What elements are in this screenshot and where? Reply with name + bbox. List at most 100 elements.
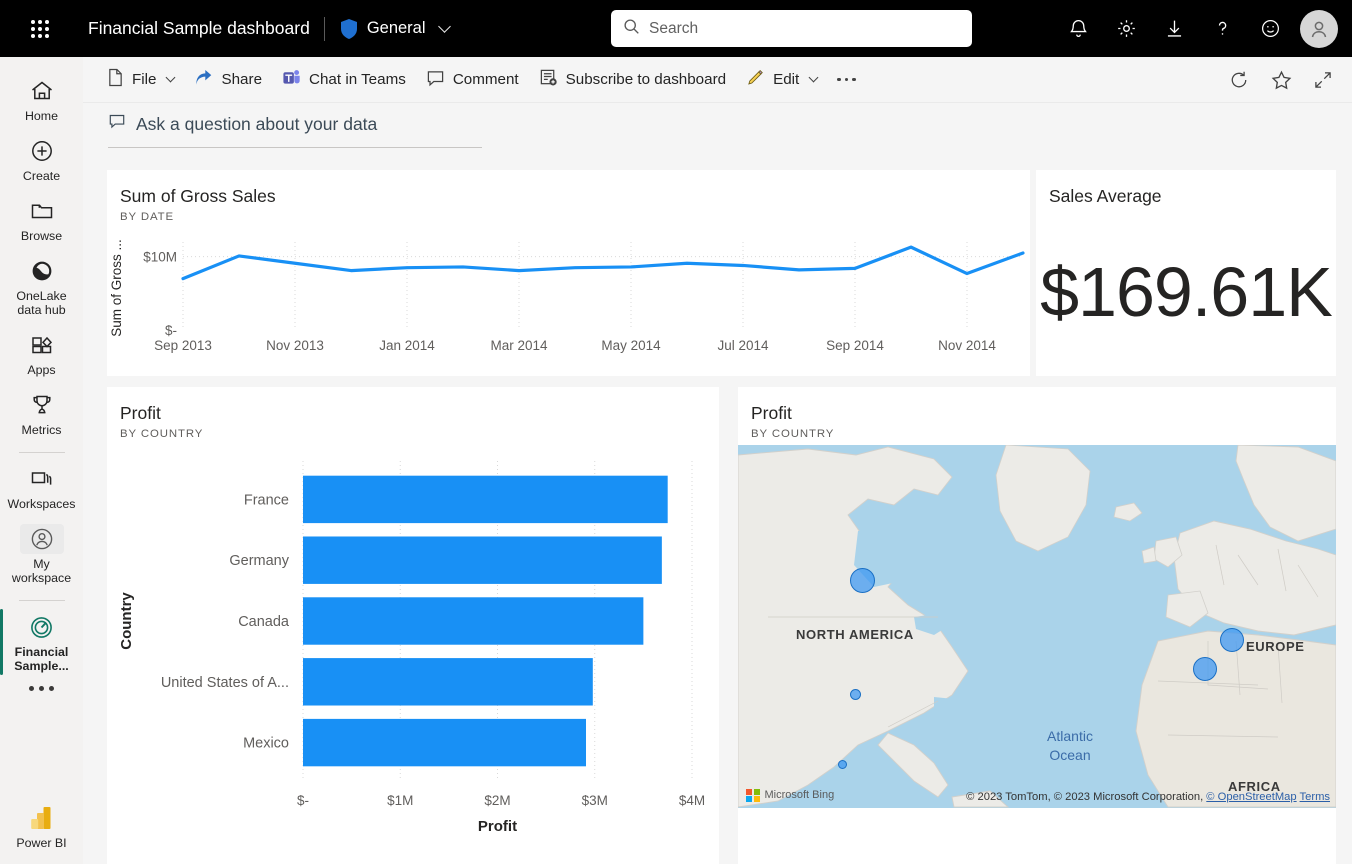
map-canvas[interactable]: NORTH AMERICA EUROPE AFRICA Atlantic Oce… [738, 445, 1336, 808]
line-x-tick-label: Jan 2014 [379, 338, 435, 353]
sidebar-item-label-2: Sample... [14, 659, 68, 673]
sidebar-item-metrics[interactable]: Metrics [0, 383, 83, 443]
bar-x-tick-label: $3M [582, 793, 608, 808]
sidebar-item-create[interactable]: Create [0, 129, 83, 189]
onelake-icon [29, 256, 55, 286]
bar-rect[interactable] [303, 597, 643, 644]
line-x-tick-label: Nov 2014 [938, 338, 996, 353]
tile-title: Sales Average [1049, 186, 1336, 207]
tile-title: Sum of Gross Sales [120, 186, 1030, 207]
bing-label: Microsoft Bing [765, 789, 835, 801]
divider [19, 600, 65, 601]
notifications-icon[interactable] [1054, 5, 1102, 53]
feedback-smiley-icon[interactable] [1246, 5, 1294, 53]
bar-rect[interactable] [303, 476, 668, 523]
subscribe-to-dashboard-button[interactable]: Subscribe to dashboard [529, 62, 736, 97]
tile-title: Profit [751, 403, 1336, 424]
map-attribution: © 2023 TomTom, © 2023 Microsoft Corporat… [966, 791, 1330, 803]
line-y-tick-label: $10M [143, 250, 177, 265]
qna-input[interactable]: Ask a question about your data [108, 113, 482, 148]
search-input[interactable]: Search [611, 10, 972, 47]
chat-in-teams-button[interactable]: Chat in Teams [272, 62, 416, 97]
bar-rect[interactable] [303, 658, 593, 705]
map-bubble-united-states[interactable] [850, 689, 861, 700]
line-x-tick-label: Nov 2013 [266, 338, 324, 353]
sidebar-item-label: Workspaces [8, 497, 76, 511]
avatar[interactable] [1300, 10, 1338, 48]
chevron-down-icon[interactable] [438, 20, 451, 33]
line-series-sum-of-gross-sales[interactable] [183, 247, 1023, 279]
left-navigation: Home Create Browse OneLake data hub Apps… [0, 57, 83, 864]
sidebar-item-browse[interactable]: Browse [0, 189, 83, 249]
tile-sales-average[interactable]: Sales Average $169.61K [1036, 170, 1336, 376]
line-y-tick-label: $- [165, 323, 177, 338]
apps-icon [29, 330, 55, 360]
sidebar-more-options-dots[interactable] [29, 679, 54, 695]
header-icon-group [1054, 0, 1338, 57]
sidebar-item-my-workspace[interactable]: My workspace [0, 517, 83, 591]
my-workspace-icon [20, 524, 64, 554]
trophy-icon [29, 390, 55, 420]
bar-chart-canvas: CountryFranceGermanyCanadaUnited States … [107, 447, 719, 864]
map-bubble-canada[interactable] [850, 568, 875, 593]
fullscreen-icon[interactable] [1310, 67, 1336, 93]
subscribe-label: Subscribe to dashboard [566, 71, 726, 88]
tile-profit-by-country-map[interactable]: Profit BY COUNTRY [738, 387, 1336, 864]
workspace-selector[interactable]: General [339, 18, 449, 40]
qna-bubble-icon [108, 113, 126, 135]
chat-in-teams-label: Chat in Teams [309, 71, 406, 88]
bar-x-axis-title: Profit [478, 818, 517, 835]
openstreetmap-link[interactable]: © OpenStreetMap [1206, 791, 1296, 803]
chevron-down-icon[interactable] [809, 73, 819, 83]
bing-attribution: Microsoft Bing [746, 789, 834, 803]
tile-subtitle: BY DATE [120, 211, 1030, 223]
tile-sum-of-gross-sales[interactable]: Sum of Gross Sales BY DATE Sum of Gross … [107, 170, 1030, 376]
tile-profit-by-country-bar[interactable]: Profit BY COUNTRY CountryFranceGermanyCa… [107, 387, 719, 864]
chevron-down-icon[interactable] [166, 73, 176, 83]
more-commands-dots[interactable] [827, 78, 866, 82]
settings-gear-icon[interactable] [1102, 5, 1150, 53]
file-menu-button[interactable]: File [97, 62, 184, 97]
bar-category-label: Germany [229, 553, 289, 569]
sidebar-item-label-2: data hub [17, 303, 65, 317]
line-y-axis-title: Sum of Gross ... [109, 239, 124, 337]
edit-button[interactable]: Edit [736, 62, 827, 97]
share-button[interactable]: Share [184, 63, 272, 97]
sidebar-item-home[interactable]: Home [0, 69, 83, 129]
help-icon[interactable] [1198, 5, 1246, 53]
map-bubble-germany[interactable] [1220, 628, 1244, 652]
search-placeholder: Search [649, 20, 698, 38]
favorite-star-icon[interactable] [1268, 67, 1294, 93]
sidebar-item-label: Financial [15, 645, 69, 659]
sidebar-item-onelake-data-hub[interactable]: OneLake data hub [0, 249, 83, 323]
pencil-icon [746, 68, 765, 91]
bar-category-label: United States of A... [161, 675, 289, 691]
tile-subtitle: BY COUNTRY [120, 428, 719, 440]
sidebar-item-workspaces[interactable]: Workspaces [0, 457, 83, 517]
app-launcher-icon[interactable] [18, 20, 62, 38]
qna-placeholder: Ask a question about your data [136, 114, 377, 135]
tile-header: Profit BY COUNTRY [738, 387, 1336, 440]
share-label: Share [221, 71, 262, 88]
download-icon[interactable] [1150, 5, 1198, 53]
comment-button[interactable]: Comment [416, 63, 529, 97]
edit-label: Edit [773, 71, 799, 88]
file-icon [107, 68, 124, 91]
plus-circle-icon [29, 136, 55, 166]
share-icon [194, 69, 213, 91]
map-bubble-france[interactable] [1193, 657, 1217, 681]
sidebar-item-apps[interactable]: Apps [0, 323, 83, 383]
command-bar-right-group [1226, 57, 1336, 103]
sidebar-item-financial-sample[interactable]: Financial Sample... [0, 605, 83, 679]
sidebar-item-power-bi[interactable]: Power BI [0, 796, 83, 864]
refresh-icon[interactable] [1226, 67, 1252, 93]
map-bubble-mexico[interactable] [838, 760, 847, 769]
sidebar-item-label: Create [23, 169, 60, 183]
bar-rect[interactable] [303, 719, 586, 766]
bar-rect[interactable] [303, 536, 662, 583]
shield-icon [339, 18, 359, 40]
line-x-tick-label: Jul 2014 [717, 338, 769, 353]
terms-link[interactable]: Terms [1300, 791, 1330, 803]
sidebar-item-label: Home [25, 109, 58, 123]
line-chart-canvas: Sum of Gross ...$-$10MSep 2013Nov 2013Ja… [107, 232, 1030, 372]
